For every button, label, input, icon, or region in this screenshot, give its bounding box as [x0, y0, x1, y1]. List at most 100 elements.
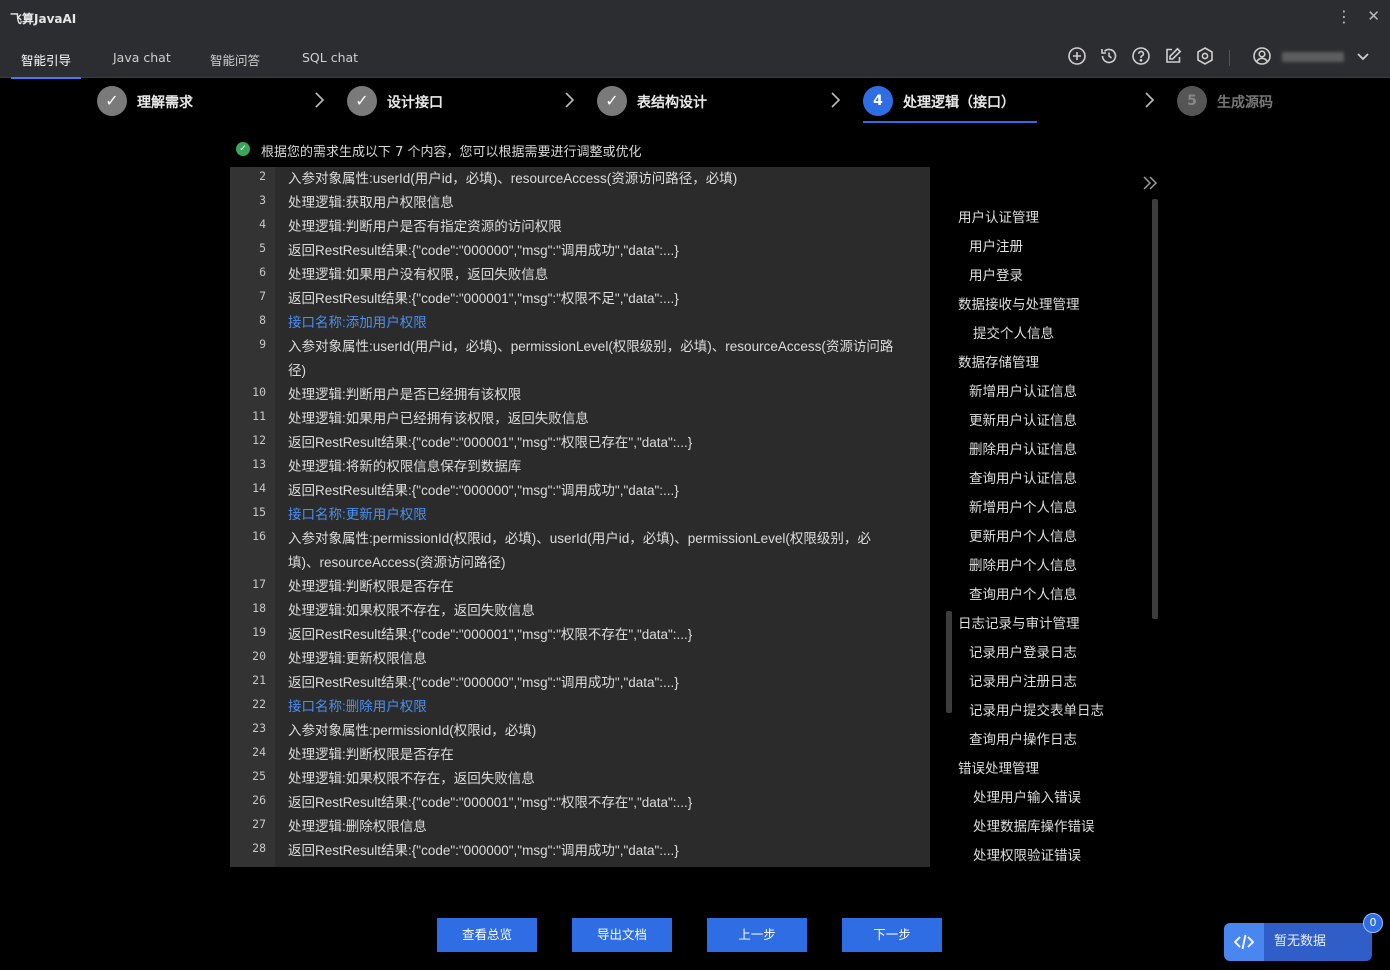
step-label: 表结构设计	[637, 95, 707, 111]
interface-name-link[interactable]: 接口名称:添加用户权限	[288, 311, 898, 335]
outline-group[interactable]: 日志记录与审计管理	[958, 609, 1148, 638]
code-line: 24 处理逻辑:判断权限是否存在	[230, 743, 930, 767]
line-text: 处理逻辑:获取用户权限信息	[288, 195, 454, 210]
line-number: 10	[252, 385, 266, 399]
previous-step-button[interactable]: 上一步	[707, 918, 807, 952]
chevron-down-icon[interactable]	[1353, 46, 1373, 66]
export-document-button[interactable]: 导出文档	[572, 918, 672, 952]
chevron-right-icon	[312, 90, 326, 110]
outline-group[interactable]: 数据接收与处理管理	[958, 290, 1148, 319]
close-icon[interactable]: ✕	[1367, 7, 1380, 25]
line-text: 入参对象属性:permissionId(权限id，必填)、userId(用户id…	[288, 531, 871, 570]
outline-item[interactable]: 更新用户个人信息	[958, 522, 1148, 551]
tab-java-chat[interactable]: Java chat	[113, 50, 171, 78]
code-line: 12 返回RestResult结果:{"code":"000001","msg":…	[230, 431, 930, 455]
outline-item[interactable]: 处理用户输入错误	[958, 783, 1148, 812]
outline-item[interactable]: 查询用户个人信息	[958, 580, 1148, 609]
view-overview-button[interactable]: 查看总览	[437, 918, 537, 952]
line-text: 处理逻辑:更新权限信息	[288, 651, 427, 666]
outline-item[interactable]: 新增用户认证信息	[958, 377, 1148, 406]
line-number: 7	[259, 289, 266, 303]
tab-sql-chat[interactable]: SQL chat	[302, 50, 358, 78]
code-line: 20 处理逻辑:更新权限信息	[230, 647, 930, 671]
outline-item[interactable]: 处理权限验证错误	[958, 841, 1148, 870]
line-number: 12	[252, 433, 266, 447]
history-icon[interactable]	[1099, 46, 1119, 66]
widget-label: 暂无数据	[1264, 923, 1372, 961]
chevron-right-icon	[828, 90, 842, 110]
outline-section-marker	[946, 611, 952, 713]
plus-circle-icon[interactable]	[1067, 46, 1087, 66]
line-number: 25	[252, 769, 266, 783]
code-line: 11 处理逻辑:如果用户已经拥有该权限，返回失败信息	[230, 407, 930, 431]
code-line: 18 处理逻辑:如果权限不存在，返回失败信息	[230, 599, 930, 623]
step-label: 处理逻辑（接口）	[903, 95, 1015, 111]
success-check-icon: ✓	[236, 142, 250, 156]
current-step-indicator	[863, 121, 1037, 123]
outline-item[interactable]: 记录用户提交表单日志	[958, 696, 1148, 725]
outline-item[interactable]: 新增用户个人信息	[958, 493, 1148, 522]
toolbar-divider	[1229, 50, 1230, 66]
code-line: 27 处理逻辑:删除权限信息	[230, 815, 930, 839]
outline-item[interactable]: 用户登录	[958, 261, 1148, 290]
outline-item[interactable]: 处理数据库操作错误	[958, 812, 1148, 841]
code-icon[interactable]	[1224, 923, 1264, 961]
line-text: 返回RestResult结果:{"code":"000001","msg":"权…	[288, 291, 679, 306]
line-number: 22	[252, 697, 266, 711]
line-number: 24	[252, 745, 266, 759]
collapse-panel-icon[interactable]	[1140, 173, 1160, 193]
code-line: 26 返回RestResult结果:{"code":"000001","msg":…	[230, 791, 930, 815]
outline-group[interactable]: 用户认证管理	[958, 203, 1148, 232]
more-options-icon[interactable]: ⋮	[1336, 8, 1352, 26]
tab-smart-qa[interactable]: 智能问答	[210, 50, 260, 78]
interface-name-link[interactable]: 接口名称:删除用户权限	[288, 695, 898, 719]
outline-group[interactable]: 错误处理管理	[958, 754, 1148, 783]
line-text: 入参对象属性:permissionId(权限id，必填)	[288, 723, 537, 738]
help-icon[interactable]	[1131, 46, 1151, 66]
code-line: 5 返回RestResult结果:{"code":"000000","msg":"…	[230, 239, 930, 263]
app-title: 飞算JavaAI	[10, 12, 77, 26]
code-assistant-widget[interactable]: 暂无数据	[1224, 923, 1372, 961]
interface-name-link[interactable]: 接口名称:更新用户权限	[288, 503, 898, 527]
outline-item[interactable]: 更新用户认证信息	[958, 406, 1148, 435]
line-text: 返回RestResult结果:{"code":"000000","msg":"调…	[288, 483, 679, 498]
line-text: 返回RestResult结果:{"code":"000001","msg":"权…	[288, 435, 693, 450]
user-name-redacted	[1282, 52, 1344, 62]
code-line: 15 接口名称:更新用户权限	[230, 503, 930, 527]
outline-item[interactable]: 查询用户操作日志	[958, 725, 1148, 754]
code-line: 3 处理逻辑:获取用户权限信息	[230, 191, 930, 215]
line-text: 返回RestResult结果:{"code":"000000","msg":"调…	[288, 243, 679, 258]
settings-icon[interactable]	[1195, 46, 1215, 66]
edit-icon[interactable]	[1163, 46, 1183, 66]
outline-scrollbar[interactable]	[1152, 199, 1158, 619]
next-step-button[interactable]: 下一步	[842, 918, 942, 952]
line-number: 18	[252, 601, 266, 615]
code-line: 8 接口名称:添加用户权限	[230, 311, 930, 335]
outline-item[interactable]: 记录用户登录日志	[958, 638, 1148, 667]
line-text: 返回RestResult结果:{"code":"000001","msg":"权…	[288, 795, 693, 810]
line-number: 15	[252, 505, 266, 519]
outline-item[interactable]: 提交个人信息	[958, 319, 1148, 348]
tab-bar: 智能引导 Java chat 智能问答 SQL chat	[0, 36, 1390, 79]
outline-item[interactable]: 删除用户认证信息	[958, 435, 1148, 464]
user-icon[interactable]	[1252, 46, 1272, 66]
tab-smart-guide[interactable]: 智能引导	[10, 50, 82, 79]
chevron-right-icon	[1142, 90, 1156, 110]
line-number: 14	[252, 481, 266, 495]
line-text: 处理逻辑:如果权限不存在，返回失败信息	[288, 771, 535, 786]
logic-editor[interactable]: 2 入参对象属性:userId(用户id，必填)、resourceAccess(资…	[230, 167, 930, 867]
outline-group[interactable]: 数据存储管理	[958, 348, 1148, 377]
line-number: 4	[259, 217, 266, 231]
code-line: 17 处理逻辑:判断权限是否存在	[230, 575, 930, 599]
outline-item[interactable]: 删除用户个人信息	[958, 551, 1148, 580]
line-text: 处理逻辑:判断权限是否存在	[288, 579, 454, 594]
title-bar: 飞算JavaAI ⋮ ✕	[0, 0, 1390, 36]
code-line: 2 入参对象属性:userId(用户id，必填)、resourceAccess(资…	[230, 167, 930, 191]
step-label: 设计接口	[387, 95, 443, 111]
outline-item[interactable]: 用户注册	[958, 232, 1148, 261]
outline-item[interactable]: 查询用户认证信息	[958, 464, 1148, 493]
check-icon: ✓	[597, 86, 627, 116]
check-icon: ✓	[97, 86, 127, 116]
step-number: 4	[863, 86, 893, 116]
outline-item[interactable]: 记录用户注册日志	[958, 667, 1148, 696]
